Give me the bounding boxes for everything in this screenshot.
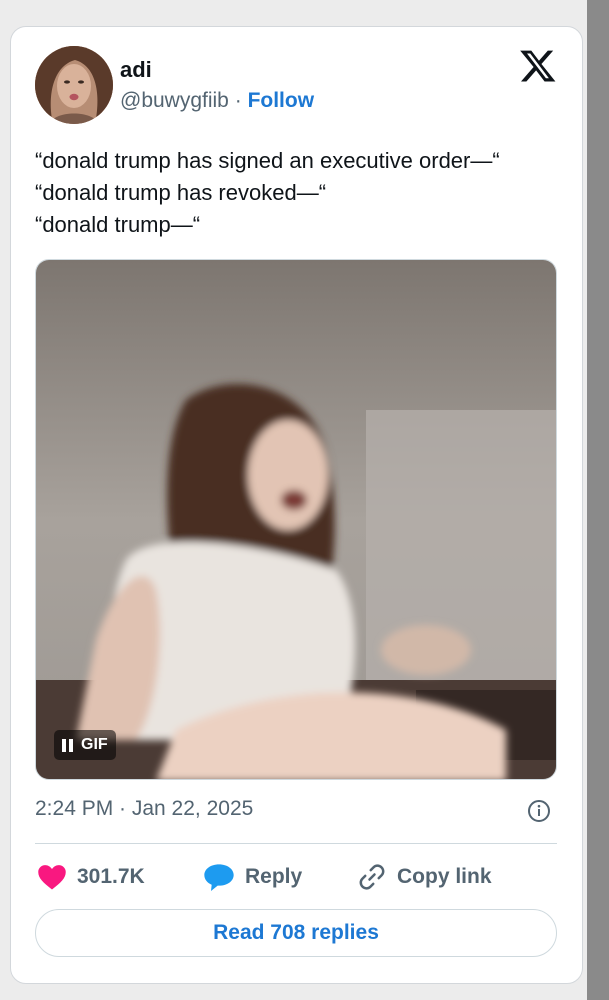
gif-frame-image [36, 260, 556, 779]
tweet-text: “donald trump has signed an executive or… [35, 145, 565, 241]
reply-label: Reply [245, 865, 303, 888]
copy-link-button[interactable]: Copy link [357, 857, 492, 897]
link-icon [359, 864, 385, 890]
gif-media[interactable]: GIF [35, 259, 557, 780]
avatar[interactable] [35, 46, 113, 124]
gif-label: GIF [81, 736, 108, 753]
user-name[interactable]: adi [120, 57, 152, 83]
gif-badge[interactable]: GIF [54, 730, 116, 760]
copy-link-label: Copy link [397, 865, 492, 888]
handle-row: @buwygfiib · Follow [120, 89, 314, 113]
follow-link[interactable]: Follow [248, 89, 315, 112]
pause-icon[interactable] [62, 738, 73, 752]
heart-icon [38, 865, 66, 890]
like-button[interactable]: 301.7K [37, 857, 145, 897]
reply-button[interactable]: Reply [203, 857, 302, 897]
user-handle[interactable]: @buwygfiib [120, 89, 229, 112]
embedded-tweet-card: adi @buwygfiib · Follow “donald trump ha… [10, 26, 583, 984]
info-icon[interactable] [527, 799, 551, 823]
window-edge [587, 0, 609, 1000]
divider [35, 843, 557, 844]
like-count: 301.7K [77, 865, 145, 888]
separator-dot: · [234, 89, 242, 112]
tweet-line: “donald trump has revoked—“ [35, 180, 327, 205]
tweet-timestamp[interactable]: 2:24 PM · Jan 22, 2025 [35, 797, 253, 821]
reply-bubble-icon [204, 864, 234, 891]
tweet-line: “donald trump—“ [35, 212, 201, 237]
action-bar: 301.7K Reply Copy link [35, 857, 557, 897]
tweet-line: “donald trump has signed an executive or… [35, 148, 500, 173]
read-replies-button[interactable]: Read 708 replies [35, 909, 557, 957]
x-logo-icon[interactable] [519, 47, 557, 85]
